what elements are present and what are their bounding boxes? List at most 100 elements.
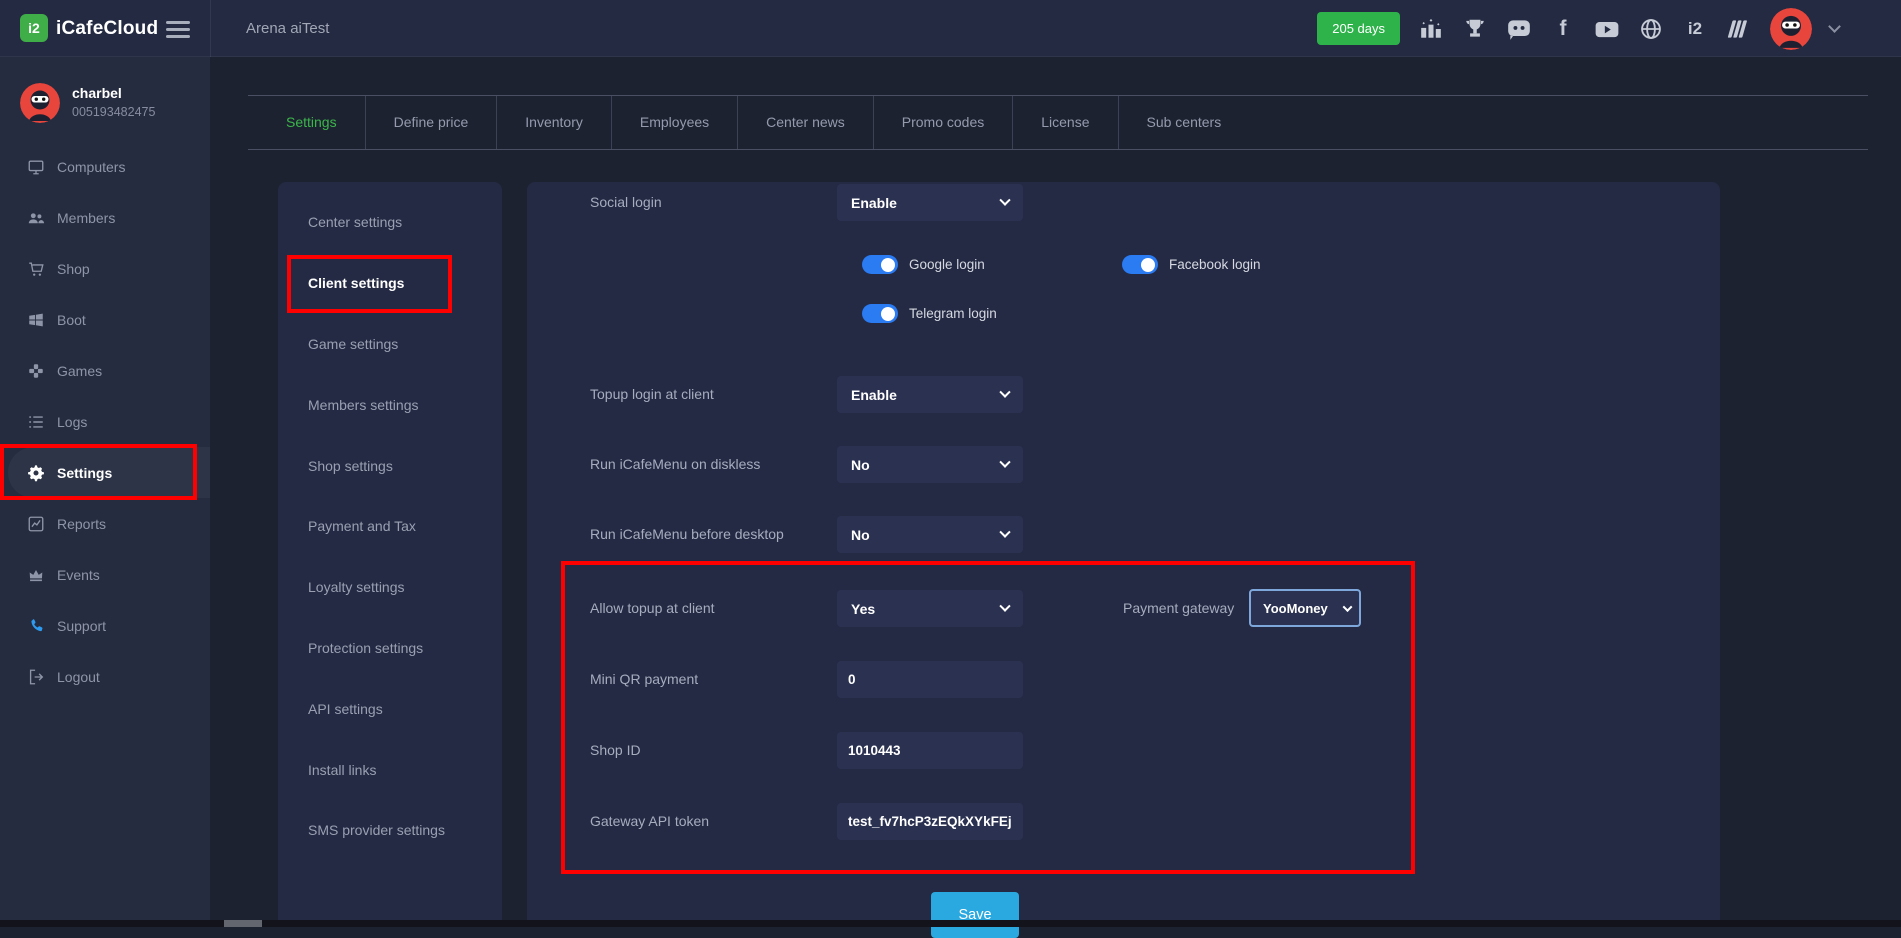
nav-center-settings[interactable]: Center settings: [278, 192, 502, 253]
sidebar-user-block: charbel 005193482475: [0, 57, 210, 129]
google-login-label: Google login: [909, 255, 985, 274]
icafemenu-diskless-select[interactable]: No: [837, 446, 1023, 483]
sidebar-item-settings[interactable]: Settings: [8, 447, 210, 498]
social-login-label: Social login: [590, 184, 662, 221]
chevron-down-icon: [1343, 602, 1353, 612]
social-login-select[interactable]: Enable: [837, 184, 1023, 221]
topup-login-select[interactable]: Enable: [837, 376, 1023, 413]
nav-payment-and-tax[interactable]: Payment and Tax: [278, 496, 502, 557]
sidebar-menu: Computers Members Shop Boot Games Logs S…: [0, 141, 210, 702]
nav-shop-settings[interactable]: Shop settings: [278, 435, 502, 496]
sidebar-item-label: Boot: [57, 312, 86, 328]
sidebar-item-computers[interactable]: Computers: [0, 141, 210, 192]
client-settings-form: Social login Enable Google login Faceboo…: [527, 182, 1720, 927]
telegram-login-toggle[interactable]: [862, 304, 898, 323]
save-button[interactable]: Save: [931, 892, 1019, 938]
sidebar-item-shop[interactable]: Shop: [0, 243, 210, 294]
chevron-down-icon: [999, 600, 1010, 611]
app-logo-text: iCafeCloud: [56, 0, 158, 57]
tab-inventory[interactable]: Inventory: [497, 96, 612, 149]
nav-loyalty-settings[interactable]: Loyalty settings: [278, 557, 502, 618]
globe-icon[interactable]: [1638, 16, 1664, 42]
payment-gateway-label: Payment gateway: [1123, 590, 1234, 627]
header-actions: 205 days f: [1317, 0, 1839, 57]
tab-employees[interactable]: Employees: [612, 96, 738, 149]
sidebar-item-reports[interactable]: Reports: [0, 498, 210, 549]
topup-login-label: Topup login at client: [590, 376, 714, 413]
header-divider: [210, 0, 211, 57]
icafemenu-diskless-label: Run iCafeMenu on diskless: [590, 446, 760, 483]
sidebar-item-label: Support: [57, 618, 106, 634]
gateway-api-token-input[interactable]: [837, 803, 1023, 840]
sidebar-item-support[interactable]: Support: [0, 600, 210, 651]
sidebar-user-id: 005193482475: [72, 105, 155, 119]
discord-icon[interactable]: [1506, 16, 1532, 42]
nav-install-links[interactable]: Install links: [278, 739, 502, 800]
shop-id-input[interactable]: [837, 732, 1023, 769]
tab-license[interactable]: License: [1013, 96, 1118, 149]
trophy-icon[interactable]: [1462, 16, 1488, 42]
icafemenu-before-desktop-label: Run iCafeMenu before desktop: [590, 516, 784, 553]
nav-client-settings[interactable]: Client settings: [278, 253, 502, 314]
sidebar-item-label: Settings: [57, 465, 112, 481]
sidebar-user-avatar[interactable]: [20, 83, 60, 123]
layers-icon[interactable]: [1726, 16, 1752, 42]
chevron-down-icon: [999, 194, 1010, 205]
tab-settings[interactable]: Settings: [258, 96, 366, 149]
user-avatar[interactable]: [1770, 8, 1812, 50]
sidebar-item-games[interactable]: Games: [0, 345, 210, 396]
hamburger-menu-icon[interactable]: [166, 21, 190, 37]
tab-bar: Settings Define price Inventory Employee…: [248, 95, 1868, 150]
topup-login-value: Enable: [851, 387, 897, 403]
sidebar-item-label: Computers: [57, 159, 125, 175]
tab-define-price[interactable]: Define price: [366, 96, 498, 149]
nav-game-settings[interactable]: Game settings: [278, 314, 502, 375]
google-login-toggle[interactable]: [862, 255, 898, 274]
horizontal-scrollbar-thumb[interactable]: [224, 920, 262, 927]
sidebar-item-logout[interactable]: Logout: [0, 651, 210, 702]
settings-nav-list: Center settings Client settings Game set…: [278, 182, 502, 861]
nav-sms-provider-settings[interactable]: SMS provider settings: [278, 800, 502, 861]
icafemenu-before-desktop-select[interactable]: No: [837, 516, 1023, 553]
chevron-down-icon: [999, 456, 1010, 467]
facebook-login-toggle[interactable]: [1122, 255, 1158, 274]
mini-qr-input[interactable]: [837, 661, 1023, 698]
tab-center-news[interactable]: Center news: [738, 96, 874, 149]
settings-nav-panel: Center settings Client settings Game set…: [278, 182, 502, 927]
icafemenu-diskless-value: No: [851, 457, 870, 473]
youtube-icon[interactable]: [1594, 16, 1620, 42]
sidebar-item-logs[interactable]: Logs: [0, 396, 210, 447]
license-days-badge[interactable]: 205 days: [1317, 12, 1400, 45]
nav-protection-settings[interactable]: Protection settings: [278, 618, 502, 679]
payment-gateway-select[interactable]: YooMoney: [1249, 589, 1361, 627]
facebook-icon[interactable]: f: [1550, 16, 1576, 42]
payment-gateway-value: YooMoney: [1263, 601, 1328, 616]
sidebar: charbel 005193482475 Computers Members S…: [0, 57, 210, 927]
tab-sub-centers[interactable]: Sub centers: [1119, 96, 1250, 149]
sidebar-item-boot[interactable]: Boot: [0, 294, 210, 345]
sidebar-item-label: Members: [57, 210, 115, 226]
allow-topup-label: Allow topup at client: [590, 590, 715, 627]
icafemenu-before-desktop-value: No: [851, 527, 870, 543]
allow-topup-value: Yes: [851, 601, 875, 617]
chevron-down-icon[interactable]: [1828, 20, 1841, 33]
chevron-down-icon: [999, 526, 1010, 537]
nav-members-settings[interactable]: Members settings: [278, 374, 502, 435]
chevron-down-icon: [999, 386, 1010, 397]
tab-promo-codes[interactable]: Promo codes: [874, 96, 1013, 149]
allow-topup-select[interactable]: Yes: [837, 590, 1023, 627]
sidebar-item-members[interactable]: Members: [0, 192, 210, 243]
shop-id-label: Shop ID: [590, 732, 641, 769]
ranking-icon[interactable]: [1418, 16, 1444, 42]
icafecloud-logo-icon: i2: [20, 14, 48, 42]
center-name-title: Arena aiTest: [246, 0, 329, 57]
icafecloud-mark-icon[interactable]: i2: [1682, 16, 1708, 42]
sidebar-item-label: Logout: [57, 669, 100, 685]
mini-qr-label: Mini QR payment: [590, 661, 698, 698]
nav-api-settings[interactable]: API settings: [278, 678, 502, 739]
sidebar-user-name: charbel: [72, 85, 122, 101]
sidebar-item-events[interactable]: Events: [0, 549, 210, 600]
sidebar-item-label: Logs: [57, 414, 87, 430]
social-login-value: Enable: [851, 195, 897, 211]
gateway-api-token-label: Gateway API token: [590, 803, 709, 840]
